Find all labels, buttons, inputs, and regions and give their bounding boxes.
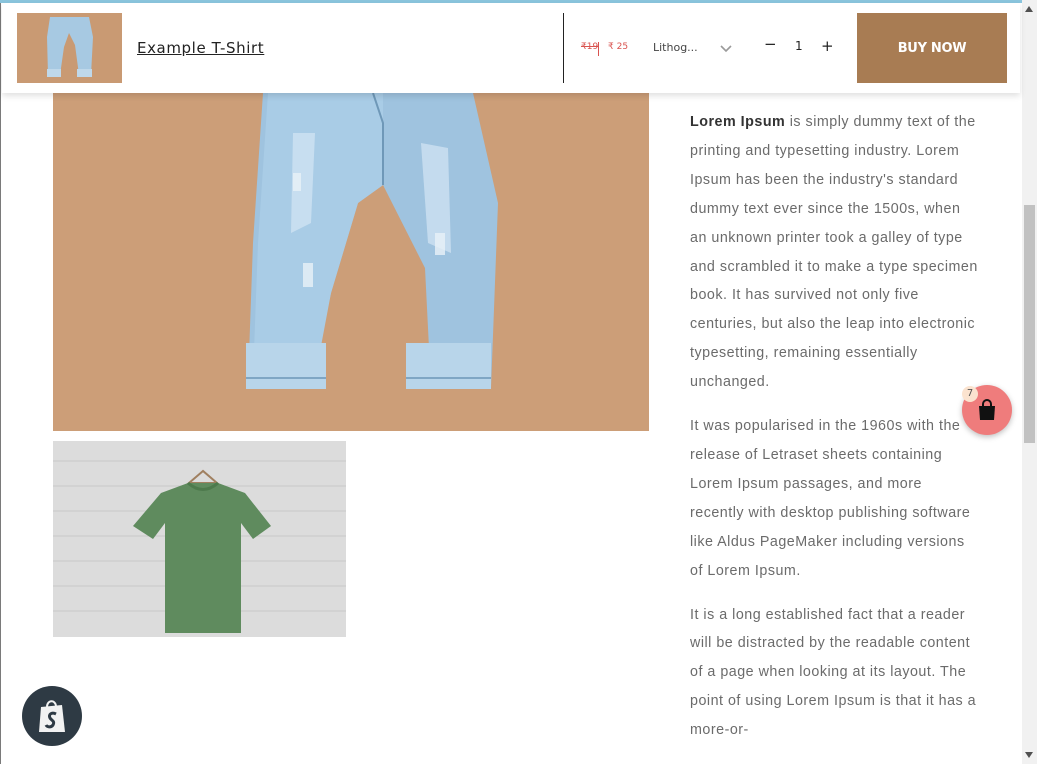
product-image-thumb[interactable] [53,441,346,637]
price-divider [598,42,599,56]
shopping-bag-icon [977,399,997,425]
description-paragraph: It is a long established fact that a rea… [690,606,977,739]
divider [563,13,564,83]
sticky-product-thumbnail [17,13,122,83]
variant-select[interactable]: Lithog... [650,39,735,59]
quantity-increase-button[interactable]: + [821,37,834,55]
sticky-cart-bar: Example T-Shirt ₹19 ₹ 25 Lithog... − 1 +… [2,3,1020,93]
sticky-product-title[interactable]: Example T-Shirt [137,39,264,57]
product-description: Lorem Ipsum is simply dummy text of the … [690,108,980,760]
cart-count-badge: 7 [962,386,978,402]
scrollbar-thumb[interactable] [1024,205,1035,443]
shopify-badge[interactable] [22,686,82,746]
product-image-main[interactable] [53,93,649,431]
price-sale: ₹ 25 [608,42,629,52]
scroll-down-arrow-icon[interactable] [1025,752,1033,758]
description-paragraph: It was popularised in the 1960s with the… [690,418,971,579]
description-bold: Lorem Ipsum [690,114,786,130]
description-paragraph: Lorem Ipsum is simply dummy text of the … [690,108,980,397]
chevron-down-icon [718,39,734,63]
scroll-up-arrow-icon[interactable] [1025,6,1033,12]
variant-value: Lithog... [653,41,698,54]
shopify-bag-icon [37,698,67,738]
quantity-value[interactable]: 1 [795,39,803,53]
quantity-decrease-button[interactable]: − [764,35,777,53]
window-edge [0,3,1,764]
description-text: is simply dummy text of the printing and… [690,114,978,391]
price-original: ₹19 [581,42,599,52]
buy-now-button[interactable]: BUY NOW [857,13,1007,83]
